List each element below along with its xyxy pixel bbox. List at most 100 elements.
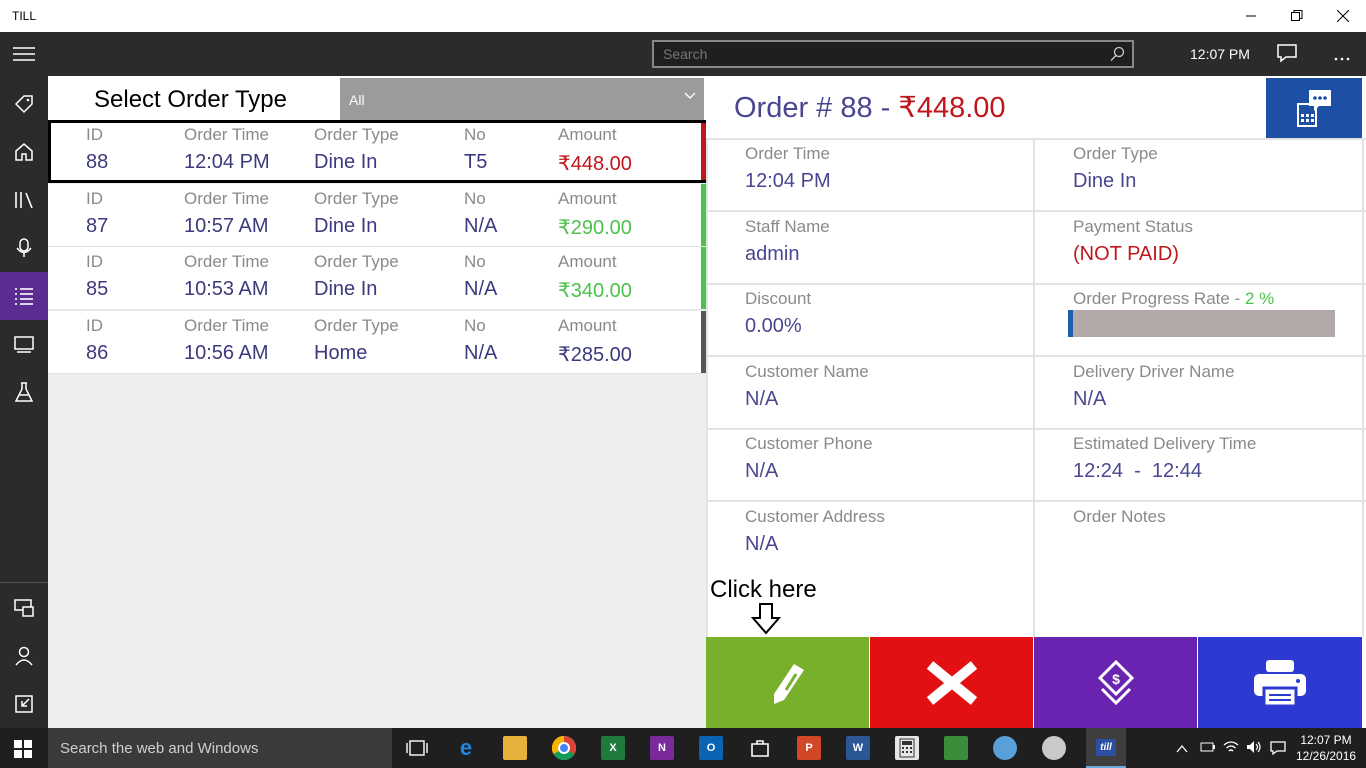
order-time-value: 10:53 AM [184, 278, 269, 300]
more-icon [1334, 57, 1350, 61]
close-window-button[interactable] [1320, 0, 1366, 32]
sidebar-item-tags[interactable] [0, 80, 48, 128]
image-viewer-icon[interactable] [944, 736, 968, 760]
chrome-icon[interactable] [552, 736, 576, 760]
volume-tray[interactable] [1246, 740, 1262, 759]
minimize-icon [1246, 15, 1256, 17]
task-view-button[interactable] [405, 736, 429, 760]
order-time-value: 12:04 PM [184, 151, 270, 173]
calculator-icon[interactable] [895, 736, 919, 760]
print-button[interactable] [1198, 637, 1362, 728]
arrow-down-icon [750, 603, 782, 635]
staff-name-field: Staff Name admin [745, 217, 830, 266]
pencil-icon [773, 663, 804, 704]
hamburger-icon [13, 47, 35, 61]
start-button[interactable] [14, 740, 32, 763]
order-amount-value: ₹290.00 [558, 216, 632, 239]
order-type-label: Order Type [314, 252, 399, 271]
order-no-cell: No N/A [464, 189, 497, 238]
grid-divider [706, 210, 1366, 212]
taskbar-clock[interactable]: 12:07 PM 12/26/2016 [1296, 732, 1356, 764]
order-no-value: N/A [464, 341, 498, 364]
order-amount-cell: Amount ₹340.00 [558, 252, 632, 303]
order-type-cell: Order Type Dine In [314, 125, 399, 174]
payment-button[interactable]: $ [1034, 637, 1197, 728]
customer-address-field: Customer Address N/A [745, 507, 885, 556]
till-app-icon[interactable]: till [1086, 728, 1126, 768]
word-icon[interactable]: W [846, 736, 870, 760]
order-type-label: Select Order Type [94, 86, 287, 113]
edge-icon[interactable]: e [454, 735, 478, 760]
sidebar-item-lab[interactable] [0, 368, 48, 416]
sidebar-item-library[interactable] [0, 176, 48, 224]
minimize-button[interactable] [1228, 0, 1274, 32]
search-icon[interactable] [1110, 46, 1126, 62]
order-row[interactable]: ID 86 Order Time 10:56 AM Order Type Home Del… [48, 310, 706, 374]
driver-name-label: Delivery Driver Name [1073, 362, 1235, 381]
sidebar-item-voice[interactable] [0, 224, 48, 272]
grid-divider [706, 138, 1366, 140]
order-type-field: Order Type Dine In [1073, 144, 1158, 193]
grid-divider [706, 283, 1366, 285]
chat-icon [1277, 44, 1297, 63]
printer-icon [1254, 659, 1306, 707]
file-explorer-icon[interactable] [503, 736, 527, 760]
order-amount-cell: Amount ₹448.00 [558, 125, 632, 176]
battery-tray[interactable] [1200, 740, 1216, 759]
show-hidden-icons[interactable] [1176, 741, 1188, 759]
more-options-button[interactable] [1334, 48, 1350, 66]
sidebar-item-user[interactable] [0, 632, 48, 680]
onenote-icon[interactable]: N [650, 736, 674, 760]
click-here-hint: Click here [710, 576, 817, 603]
paint-icon[interactable] [993, 736, 1017, 760]
snipping-tool-icon[interactable] [1042, 736, 1066, 760]
store-icon[interactable] [748, 736, 772, 760]
edit-order-button[interactable] [706, 637, 869, 728]
customer-phone-value: N/A [745, 460, 779, 482]
chevron-down-icon [684, 92, 696, 99]
payment-status-value: (NOT PAID) [1073, 243, 1179, 265]
hamburger-menu-button[interactable] [0, 32, 48, 76]
app-topbar: 12:07 PM [0, 32, 1366, 76]
order-id-value: 86 [86, 341, 109, 364]
order-type-select[interactable]: All [340, 78, 704, 120]
taskbar-search[interactable]: Search the web and Windows [48, 728, 392, 768]
order-row[interactable]: ID 88 Order Time 12:04 PM Order Type Dine In N… [48, 120, 706, 183]
order-amount-label: Amount [558, 315, 617, 335]
delivery-time-value: 12:24 - 12:44 [1073, 460, 1202, 482]
search-input[interactable] [654, 42, 1132, 66]
order-type-label: Order Type [314, 188, 399, 208]
grid-divider [1033, 138, 1035, 637]
search-box[interactable] [652, 40, 1134, 68]
grid-divider [706, 355, 1366, 357]
powerpoint-icon[interactable]: P [797, 736, 821, 760]
outlook-icon[interactable]: O [699, 736, 723, 760]
staff-name-label: Staff Name [745, 217, 830, 236]
customer-phone-field: Customer Phone N/A [745, 434, 873, 483]
message-button[interactable] [1266, 78, 1362, 138]
order-notes-label: Order Notes [1073, 507, 1166, 526]
sidebar-item-devices[interactable] [0, 584, 48, 632]
order-no-label: No [464, 188, 486, 208]
order-amount-label: Amount [558, 125, 617, 144]
restore-button[interactable] [1274, 0, 1320, 32]
order-row[interactable]: ID 87 Order Time 10:57 AM Order Type Dine In N… [48, 183, 706, 247]
order-row[interactable]: ID 85 Order Time 10:53 AM Order Type Dine In N… [48, 247, 706, 310]
action-center-tray[interactable] [1270, 740, 1286, 761]
order-type-value: Dine In [314, 214, 378, 237]
sidebar-item-orders[interactable] [0, 272, 48, 320]
sidebar-item-home[interactable] [0, 128, 48, 176]
excel-icon[interactable]: X [601, 736, 625, 760]
network-tray[interactable] [1223, 740, 1239, 759]
feedback-button[interactable] [1276, 42, 1298, 69]
order-type-value: Dine In [1073, 170, 1137, 192]
sidebar-item-screens[interactable] [0, 320, 48, 368]
order-id-value: 85 [86, 278, 109, 300]
cancel-order-button[interactable] [870, 637, 1033, 728]
order-time-cell: Order Time 10:57 AM [184, 189, 269, 238]
customer-phone-label: Customer Phone [745, 434, 873, 453]
task-view-icon [406, 740, 428, 756]
sidebar-item-signout[interactable] [0, 680, 48, 728]
tag-icon [14, 95, 33, 114]
order-time-label: Order Time [184, 252, 270, 271]
